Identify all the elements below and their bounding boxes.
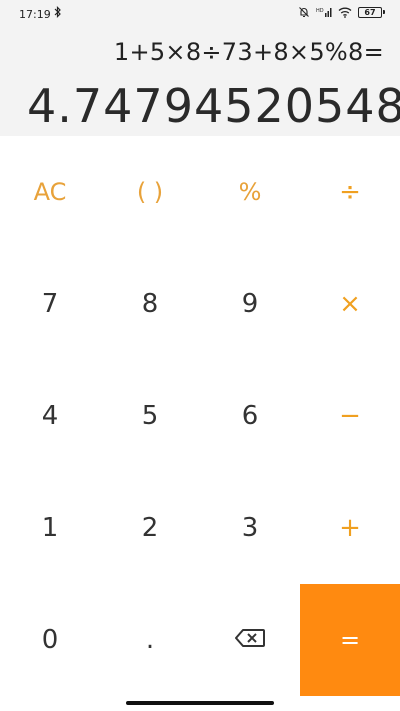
expression-text: 1+5×8÷73+8×5%8=: [113, 38, 384, 66]
digit-7-button[interactable]: 7: [0, 248, 100, 360]
signal-icon: HD: [316, 6, 332, 18]
multiply-button[interactable]: ×: [300, 248, 400, 360]
clear-button[interactable]: AC: [0, 136, 100, 248]
digit-6-button[interactable]: 6: [200, 360, 300, 472]
backspace-icon: [234, 625, 266, 655]
bell-off-icon: [298, 6, 310, 18]
home-indicator[interactable]: [126, 701, 274, 705]
plus-button[interactable]: +: [300, 472, 400, 584]
digit-0-button[interactable]: 0: [0, 584, 100, 696]
digit-3-button[interactable]: 3: [200, 472, 300, 584]
display-panel: 17:19 HD 67 1+5×8÷73+8×5%8= 4.7479452054…: [0, 0, 400, 136]
equals-button[interactable]: =: [300, 584, 400, 696]
digit-5-button[interactable]: 5: [100, 360, 200, 472]
network-label: HD: [316, 8, 324, 14]
battery-indicator: 67: [358, 6, 385, 18]
digit-1-button[interactable]: 1: [0, 472, 100, 584]
backspace-button[interactable]: [200, 584, 300, 696]
status-time: 17:19: [19, 8, 51, 21]
digit-2-button[interactable]: 2: [100, 472, 200, 584]
digit-4-button[interactable]: 4: [0, 360, 100, 472]
result-text: 4.74794520548: [27, 79, 400, 133]
keypad: AC ( ) % ÷ 7 8 9 × 4 5 6 − 1 2 3 + 0 . =: [0, 136, 400, 696]
divide-button[interactable]: ÷: [300, 136, 400, 248]
minus-button[interactable]: −: [300, 360, 400, 472]
percent-button[interactable]: %: [200, 136, 300, 248]
status-icons: HD 67: [298, 6, 385, 18]
status-bar: 17:19 HD 67: [0, 0, 400, 28]
wifi-icon: [338, 6, 352, 18]
decimal-button[interactable]: .: [100, 584, 200, 696]
parentheses-button[interactable]: ( ): [100, 136, 200, 248]
digit-9-button[interactable]: 9: [200, 248, 300, 360]
calculator-screen: 17:19 HD 67 1+5×8÷73+8×5%8= 4.7479452054…: [0, 0, 400, 711]
bluetooth-icon: [54, 6, 62, 21]
digit-8-button[interactable]: 8: [100, 248, 200, 360]
